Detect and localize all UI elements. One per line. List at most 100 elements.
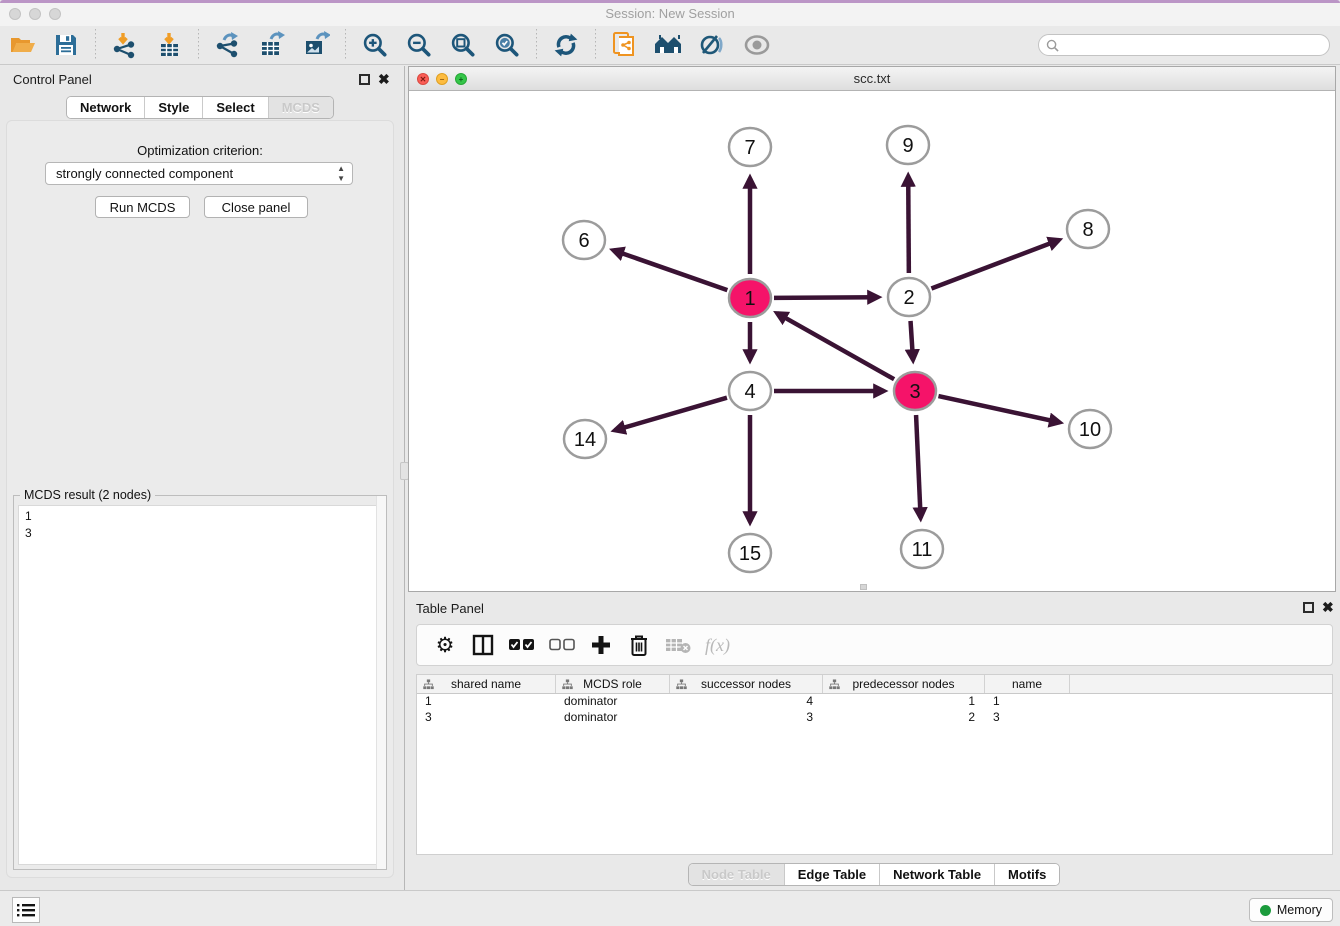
memory-button[interactable]: Memory (1249, 898, 1333, 922)
unselect-all-columns-icon[interactable] (549, 632, 575, 658)
main-toolbar (0, 26, 1340, 65)
graph-edge-3-1[interactable] (777, 313, 894, 379)
graph-node-7[interactable]: 7 (729, 128, 771, 166)
task-history-button[interactable] (12, 897, 40, 923)
table-toolbar: ⚙ f(x) (416, 624, 1333, 666)
graph-node-14[interactable]: 14 (564, 420, 606, 458)
column-header-shared-name[interactable]: shared name (417, 675, 556, 693)
column-header-successor-nodes[interactable]: successor nodes (670, 675, 823, 693)
mcds-result-scrollbar[interactable] (376, 496, 386, 869)
run-mcds-button[interactable]: Run MCDS (95, 196, 190, 218)
export-table-icon[interactable] (257, 30, 287, 60)
tab-motifs[interactable]: Motifs (995, 864, 1059, 885)
table-options-icon[interactable]: ⚙ (433, 632, 457, 658)
network-window-titlebar[interactable]: ✕ − + scc.txt (409, 67, 1335, 91)
tab-select[interactable]: Select (203, 97, 268, 118)
search-input[interactable] (1063, 38, 1329, 52)
mcds-result-text[interactable]: 1 3 (18, 505, 382, 865)
control-panel-header: Control Panel ✖ (0, 66, 400, 94)
close-table-panel-icon[interactable]: ✖ (1322, 599, 1334, 616)
graph-node-4[interactable]: 4 (729, 372, 771, 410)
tab-mcds[interactable]: MCDS (269, 97, 333, 118)
svg-text:6: 6 (578, 230, 589, 252)
delete-table-icon[interactable] (665, 632, 691, 658)
network-window-title: scc.txt (409, 67, 1335, 90)
mcds-panel: Optimization criterion: strongly connect… (6, 120, 394, 878)
show-hidden-icon[interactable] (742, 30, 772, 60)
graph-node-2[interactable]: 2 (888, 278, 930, 316)
delete-columns-icon[interactable] (627, 632, 651, 658)
add-column-icon[interactable] (589, 632, 613, 658)
graph-edge-2-8[interactable] (931, 240, 1059, 288)
table-row[interactable]: 3 dominator 3 2 3 (417, 710, 1332, 726)
graph-node-11[interactable]: 11 (901, 530, 943, 568)
graph-node-1[interactable]: 1 (729, 279, 771, 317)
graph-edge-1-6[interactable] (613, 250, 727, 290)
svg-text:7: 7 (744, 137, 755, 159)
mcds-result-title: MCDS result (2 nodes) (20, 488, 155, 502)
export-image-icon[interactable] (301, 30, 331, 60)
graph-edge-2-9[interactable] (908, 176, 909, 273)
network-minimize-icon[interactable]: − (436, 73, 448, 85)
criterion-dropdown[interactable]: strongly connected component ▲▼ (45, 162, 353, 185)
tree-icon (562, 679, 573, 690)
graph-edge-1-2[interactable] (774, 297, 878, 298)
network-maximize-icon[interactable]: + (455, 73, 467, 85)
graph-edge-4-14[interactable] (615, 398, 727, 431)
open-session-icon[interactable] (7, 30, 37, 60)
column-header-mcds-role[interactable]: MCDS role (556, 675, 670, 693)
close-panel-button[interactable]: Close panel (204, 196, 308, 218)
control-panel-tabs: Network Style Select MCDS (66, 96, 334, 119)
table-panel: Table Panel ✖ ⚙ f(x) shared name (408, 596, 1340, 890)
zoom-in-icon[interactable] (360, 30, 390, 60)
toolbar-separator (345, 29, 346, 61)
column-header-name[interactable]: name (985, 675, 1070, 693)
table-row[interactable]: 1 dominator 4 1 1 (417, 694, 1332, 710)
graph-node-9[interactable]: 9 (887, 126, 929, 164)
close-window-button[interactable] (9, 8, 21, 20)
network-resize-handle[interactable] (860, 584, 867, 590)
show-all-icon[interactable] (654, 30, 684, 60)
graph-node-10[interactable]: 10 (1069, 410, 1111, 448)
svg-text:3: 3 (909, 381, 920, 403)
import-table-icon[interactable] (154, 30, 184, 60)
svg-text:10: 10 (1079, 419, 1101, 441)
export-network-icon[interactable] (213, 30, 243, 60)
clone-network-icon[interactable] (610, 30, 640, 60)
function-builder-icon[interactable]: f(x) (705, 632, 730, 658)
float-table-panel-icon[interactable] (1303, 602, 1314, 613)
network-close-icon[interactable]: ✕ (417, 73, 429, 85)
svg-text:2: 2 (903, 287, 914, 309)
zoom-fit-icon[interactable] (448, 30, 478, 60)
graph-edge-2-3[interactable] (911, 321, 913, 360)
tab-style[interactable]: Style (145, 97, 203, 118)
graph-node-3[interactable]: 3 (894, 372, 936, 410)
graph-node-8[interactable]: 8 (1067, 210, 1109, 248)
hide-selected-icon[interactable] (698, 30, 728, 60)
svg-text:9: 9 (902, 135, 913, 157)
graph-node-15[interactable]: 15 (729, 534, 771, 572)
network-canvas[interactable]: 7 9 6 8 1 2 4 3 14 10 15 11 (409, 91, 1335, 591)
minimize-window-button[interactable] (29, 8, 41, 20)
zoom-selected-icon[interactable] (492, 30, 522, 60)
tree-icon (829, 679, 840, 690)
tab-node-table[interactable]: Node Table (689, 864, 785, 885)
tab-network-table[interactable]: Network Table (880, 864, 995, 885)
zoom-out-icon[interactable] (404, 30, 434, 60)
column-header-predecessor-nodes[interactable]: predecessor nodes (823, 675, 985, 693)
graph-edge-3-11[interactable] (916, 415, 921, 518)
show-column-icon[interactable] (471, 632, 495, 658)
graph-node-6[interactable]: 6 (563, 221, 605, 259)
select-all-columns-icon[interactable] (509, 632, 535, 658)
close-panel-icon[interactable]: ✖ (378, 71, 390, 88)
tree-icon (676, 679, 687, 690)
import-network-icon[interactable] (110, 30, 140, 60)
zoom-window-button[interactable] (49, 8, 61, 20)
tab-edge-table[interactable]: Edge Table (785, 864, 880, 885)
save-session-icon[interactable] (51, 30, 81, 60)
graph-edge-3-10[interactable] (938, 396, 1059, 422)
tab-network[interactable]: Network (67, 97, 145, 118)
search-field[interactable] (1038, 34, 1330, 56)
apply-layout-icon[interactable] (551, 30, 581, 60)
float-panel-icon[interactable] (359, 74, 370, 85)
